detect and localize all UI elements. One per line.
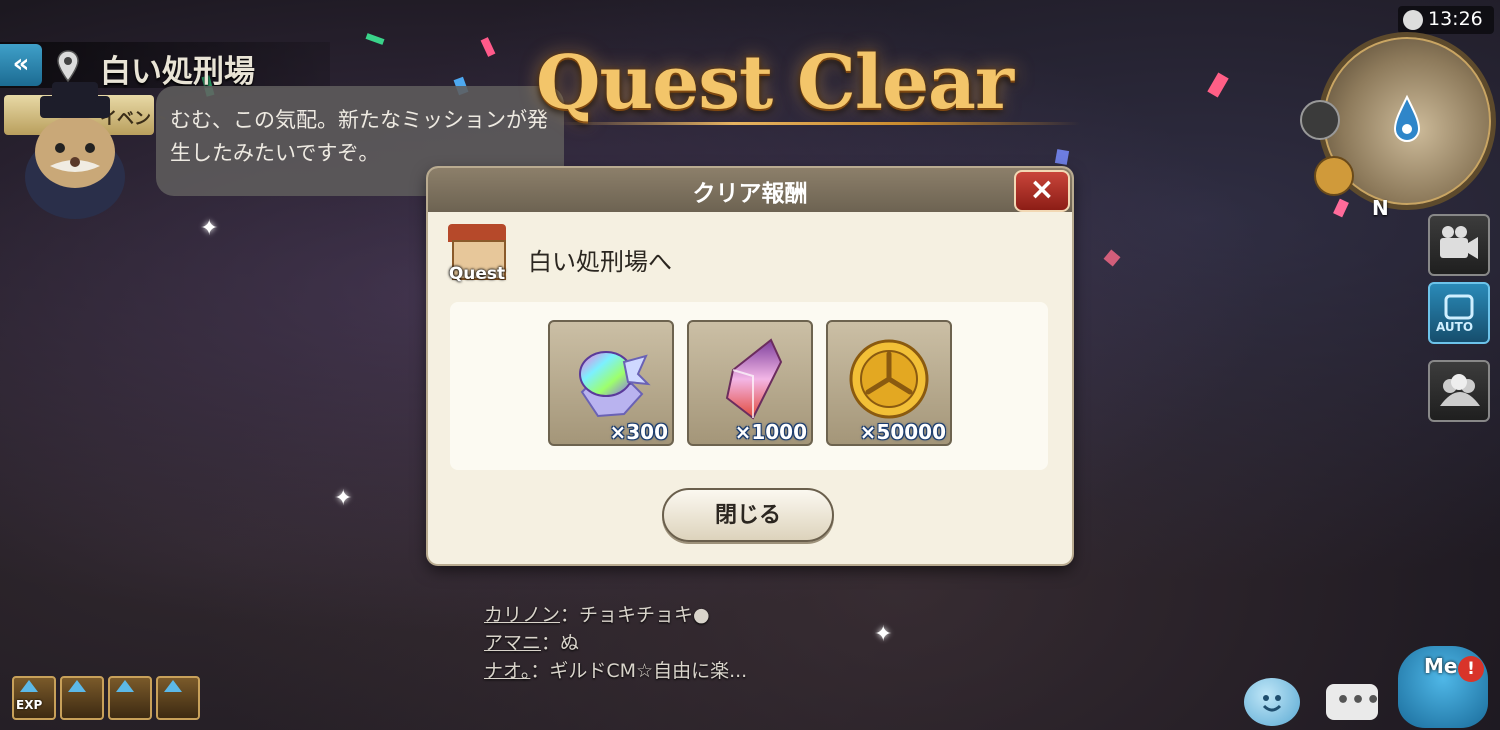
reward-quantity: ×1000 [734,420,807,444]
clock-time: 13:26 [1428,8,1483,30]
drop-buff-icon[interactable] [108,676,152,720]
dialog-title: クリア報酬 [692,181,808,207]
reward-quantity: ×300 [609,420,668,444]
npc-message-text: むむ、この気配。新たなミッションが発生したみたいですぞ。 [170,108,548,165]
confetti-icon [1103,249,1121,267]
confetti-icon [1207,72,1229,98]
party-button[interactable] [1428,360,1490,422]
gold-buff-icon[interactable] [60,676,104,720]
item-buff-icon[interactable] [156,676,200,720]
camera-button[interactable] [1428,214,1490,276]
smile-face-icon [1262,695,1282,712]
close-icon[interactable]: × [1014,170,1070,212]
reward-item[interactable]: ×1000 [687,320,813,446]
chat-message: カリノン：チョキチョキ● [484,600,710,627]
up-arrow-icon [20,680,38,692]
reward-item[interactable]: ×300 [548,320,674,446]
title-underline [560,122,1080,125]
me-label: Me [1424,654,1458,678]
confetti-icon [1054,149,1070,165]
confetti-icon [480,37,496,57]
sparkle-icon: ✦ [334,486,353,511]
quest-shop-icon: Quest [444,224,510,290]
auto-button[interactable] [1428,282,1490,344]
close-button[interactable]: 閉じる [662,488,834,542]
chat-user-name[interactable]: カリノン [484,604,560,626]
back-button[interactable]: « [0,44,42,86]
exp-buff-label: EXP [16,698,43,712]
chat-message-text: ：チョキチョキ● [560,604,710,626]
up-arrow-icon [164,680,182,692]
chat-dots-icon: ••• [1336,688,1382,713]
compass-north-label: N [1372,196,1389,220]
emote-button[interactable] [1244,678,1300,726]
chat-message-text: ：ギルドCM☆自由に楽... [530,660,748,682]
chat-message: アマニ：ぬ [484,628,579,655]
chat-message: ナオ。：ギルドCM☆自由に楽... [484,656,747,683]
map-zoom-button[interactable] [1300,100,1340,140]
clear-reward-dialog: クリア報酬 × Quest 白い処刑場へ ×300 ×1000 ×50000 閉… [428,168,1072,564]
quest-clear-title: Quest Clear [536,40,1014,126]
clock-icon [1403,10,1423,30]
auto-label: AUTO [1436,320,1474,334]
reward-item[interactable]: ×50000 [826,320,952,446]
confetti-icon [365,33,385,45]
mascot-avatar[interactable] [10,82,140,222]
up-arrow-icon [68,680,86,692]
quest-name: 白い処刑場へ [528,248,672,276]
gold-coin-icon [849,339,929,419]
chat-message-text: ：ぬ [541,632,580,654]
pink-crystal-shard-icon [725,338,783,420]
rainbow-crystal-ore-icon [579,351,651,418]
sparkle-icon: ✦ [874,622,893,647]
notification-badge: ! [1458,656,1484,682]
sparkle-icon: ✦ [200,216,219,241]
chat-user-name[interactable]: ナオ。 [484,660,530,682]
up-arrow-icon [116,680,134,692]
quest-icon-label: Quest [448,264,506,284]
party-members-icon [1440,374,1480,406]
map-pin-icon [57,50,79,82]
reward-quantity: ×50000 [859,420,946,444]
map-character-button[interactable] [1314,156,1354,196]
camera-icon [1440,226,1478,259]
chat-user-name[interactable]: アマニ [484,632,541,654]
